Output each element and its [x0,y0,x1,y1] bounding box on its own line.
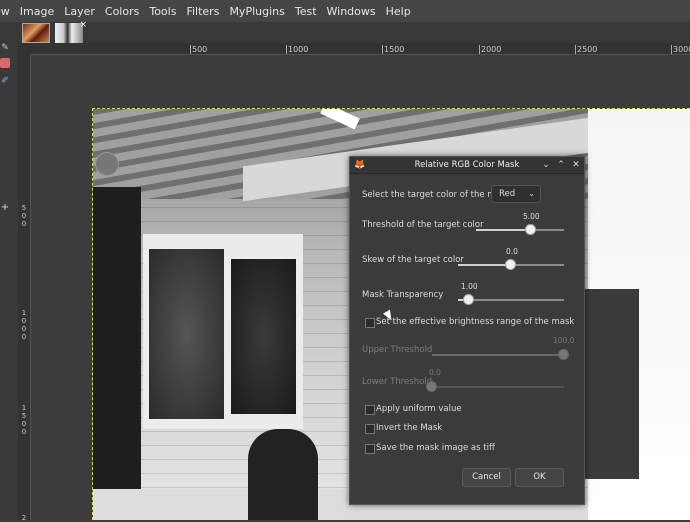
ruler-tick-2500: 2500 [575,45,598,54]
chevron-up-icon[interactable]: ⌃ [554,157,568,173]
ruler-tick-2000: 2000 [479,45,502,54]
menu-myplugins[interactable]: MyPlugins [224,5,289,18]
vruler-tick: 1500 [21,404,27,436]
add-icon[interactable]: + [0,203,10,213]
image-boundary-guide [92,108,690,109]
target-color-value: Red [499,189,516,199]
transparency-value: 1.00 [461,282,478,291]
vruler-tick: 500 [21,204,27,228]
menu-colors[interactable]: Colors [100,5,144,18]
image-tabs: × [0,20,690,43]
threshold-slider[interactable] [476,224,564,235]
skew-slider-handle[interactable] [505,259,516,270]
vruler-tick: 1000 [21,309,27,341]
relative-rgb-color-mask-dialog: Relative RGB Color Mask 🦊 ⌄ ⌃ ✕ Select t… [349,156,585,505]
dialog-titlebar[interactable]: Relative RGB Color Mask 🦊 ⌄ ⌃ ✕ [350,157,584,174]
photo-shadow [248,429,318,520]
ruler-tick-1500: 1500 [382,45,405,54]
brightness-range-label: Set the effective brightness range of th… [376,317,575,327]
brightness-range-checkbox[interactable] [365,318,375,328]
lower-threshold-value: 0.0 [429,368,441,377]
photo-circle [95,152,119,176]
photo-door [93,187,141,520]
transparency-slider-handle[interactable] [462,294,474,305]
ruler-tick-500: 500 [190,45,208,54]
menubar: ew Image Layer Colors Tools Filters MyPl… [0,0,690,22]
image-tab-2[interactable]: × [55,20,87,43]
lower-threshold-slider-handle[interactable] [426,381,437,392]
close-icon[interactable]: ✕ [569,157,583,173]
menu-tools[interactable]: Tools [144,5,181,18]
chevron-down-icon: ⌄ [528,189,535,198]
invert-label: Invert the Mask [376,423,443,433]
ruler-tick-1000: 1000 [286,45,309,54]
ok-button[interactable]: OK [515,468,564,487]
transparency-label: Mask Transparency [362,290,444,300]
skew-slider[interactable] [458,259,564,270]
menu-view[interactable]: ew [0,5,15,18]
menu-image[interactable]: Image [15,5,59,18]
upper-threshold-value: 100.0 [553,336,575,345]
lower-threshold-slider[interactable] [426,381,564,392]
paintbrush-icon[interactable]: ✎ [0,43,10,53]
threshold-slider-handle[interactable] [524,224,536,235]
transparency-slider[interactable] [458,294,564,305]
ruler-tick-3000: 3000 [671,45,690,54]
uniform-label: Apply uniform value [376,404,462,414]
eraser-icon[interactable] [0,58,10,68]
skew-value: 0.0 [506,247,518,256]
save-tiff-label: Save the mask image as tiff [376,443,495,453]
skew-label: Skew of the target color [362,255,464,265]
vertical-ruler: 500 1000 1500 2 [18,54,31,522]
photo-right-door [583,289,639,479]
photo-window-pane [231,259,296,414]
target-color-select[interactable]: Red ⌄ [491,185,541,203]
upper-threshold-label: Upper Threshold [362,345,433,355]
toolbox: ✎ ✐ + [0,43,18,520]
menu-test[interactable]: Test [290,5,322,18]
image-tab-1[interactable] [22,23,50,43]
cancel-button[interactable]: Cancel [462,468,511,487]
close-tab-icon[interactable]: × [79,20,87,30]
threshold-label: Threshold of the target color [362,220,484,230]
menu-windows[interactable]: Windows [322,5,381,18]
save-tiff-checkbox[interactable] [365,444,375,454]
upper-threshold-slider[interactable] [432,349,569,360]
slider-fill [476,229,531,231]
slider-fill [432,354,564,356]
invert-checkbox[interactable] [365,424,375,434]
uniform-checkbox[interactable] [365,405,375,415]
lower-threshold-label: Lower Threshold [362,377,433,387]
upper-threshold-slider-handle[interactable] [558,349,569,360]
gimp-wilber-icon: 🦊 [354,160,366,170]
menu-help[interactable]: Help [381,5,416,18]
image-boundary-guide [92,108,93,520]
menu-filters[interactable]: Filters [181,5,224,18]
slider-fill [458,264,511,266]
photo-window-pane [149,249,224,419]
chevron-down-icon[interactable]: ⌄ [539,157,553,173]
horizontal-ruler: 500 1000 1500 2000 2500 3000 [18,43,690,55]
pencil-icon[interactable]: ✐ [0,76,10,86]
menu-layer[interactable]: Layer [59,5,100,18]
vruler-tick: 2 [21,514,27,522]
threshold-value: 5.00 [523,212,540,221]
